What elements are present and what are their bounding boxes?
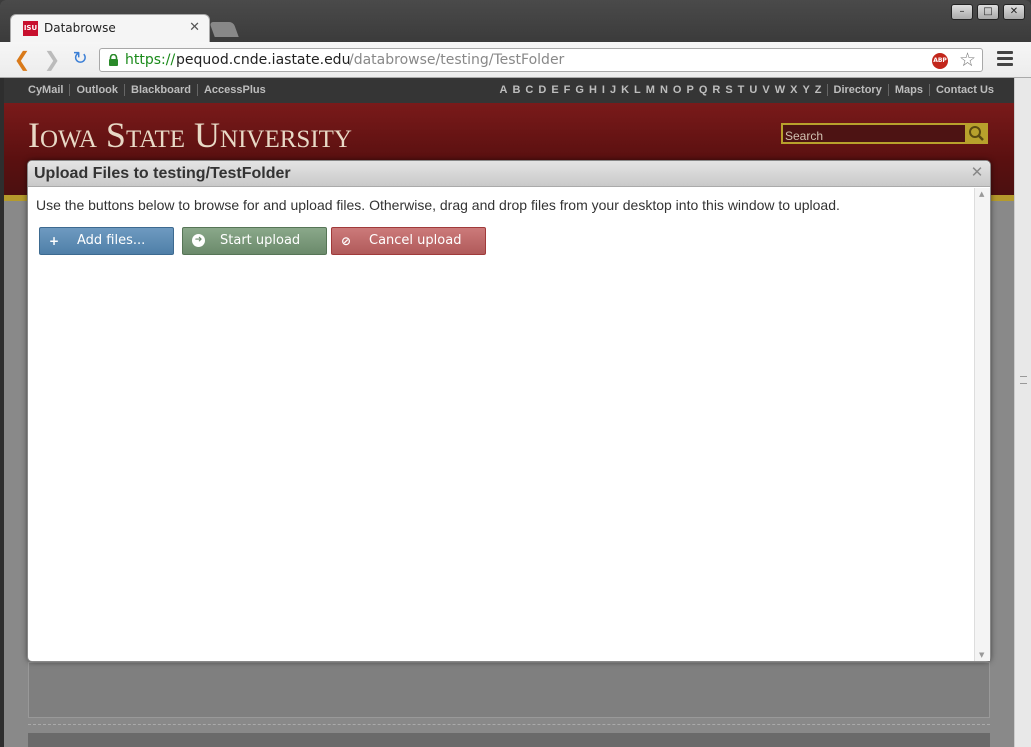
upload-dialog: Upload Files to testing/TestFolder ✕ Use… — [27, 160, 991, 662]
dialog-scrollbar[interactable]: ▲ ▼ — [974, 188, 990, 661]
start-upload-button[interactable]: ➜ Start upload — [182, 227, 327, 255]
isu-favicon-icon: ISU — [23, 21, 38, 36]
az-index-letter-w[interactable]: W — [775, 84, 785, 96]
lock-icon — [109, 54, 118, 66]
browser-toolbar: ❮ ❯ ↻ https:// pequod.cnde.iastate.edu /… — [0, 42, 1031, 78]
arrow-circle-icon: ➜ — [192, 234, 205, 247]
dialog-drop-zone[interactable]: Use the buttons below to browse for and … — [28, 188, 974, 661]
az-index-letter-g[interactable]: G — [575, 84, 584, 96]
isu-link-contact-us[interactable]: Contact Us — [928, 84, 1000, 96]
az-index-letter-k[interactable]: K — [621, 84, 629, 96]
reload-icon[interactable]: ↻ — [68, 48, 92, 70]
upload-instructions: Use the buttons below to browse for and … — [36, 197, 840, 213]
window-controls: – □ ✕ — [951, 4, 1025, 20]
page-scrollbar[interactable] — [1014, 78, 1031, 747]
az-index-letter-n[interactable]: N — [660, 84, 668, 96]
minimize-button[interactable]: – — [951, 4, 973, 20]
cancel-circle-icon: ⊘ — [341, 234, 352, 248]
isu-link-outlook[interactable]: Outlook — [69, 84, 124, 96]
isu-top-nav: CyMail Outlook Blackboard AccessPlus ABCDEF… — [4, 78, 1014, 103]
back-arrow-icon[interactable]: ❮ — [10, 48, 34, 70]
az-index-letter-h[interactable]: H — [589, 84, 597, 96]
divider — [28, 724, 990, 725]
tab-title: Databrowse — [44, 21, 116, 35]
url-host: pequod.cnde.iastate.edu — [176, 52, 351, 68]
az-index-letter-z[interactable]: Z — [815, 84, 822, 96]
magnifier-icon — [969, 126, 984, 141]
isu-search-input[interactable] — [783, 127, 965, 145]
scroll-down-icon[interactable]: ▼ — [979, 651, 984, 659]
az-index-letter-s[interactable]: S — [725, 84, 732, 96]
az-index-letter-t[interactable]: T — [738, 84, 745, 96]
az-index-letter-b[interactable]: B — [512, 84, 520, 96]
az-index-letter-j[interactable]: J — [610, 84, 616, 96]
maximize-button[interactable]: □ — [977, 4, 999, 20]
adblock-icon[interactable]: ABP — [932, 53, 948, 69]
az-index-letter-m[interactable]: M — [646, 84, 655, 96]
tab-databrowse[interactable]: ISU Databrowse ✕ — [10, 14, 210, 44]
add-files-label: Add files... — [77, 233, 146, 248]
az-index-letter-o[interactable]: O — [673, 84, 682, 96]
isu-right-links: A B C D E F G H I J K L M N O P Q R S T U V W X Y Z Directory Maps C… — [500, 84, 1001, 96]
az-index-letter-y[interactable]: Y — [802, 84, 809, 96]
az-index-letter-a[interactable]: A — [500, 84, 508, 96]
bookmark-star-icon[interactable]: ☆ — [959, 49, 976, 71]
tab-strip: ISU Databrowse ✕ – □ ✕ — [0, 0, 1031, 44]
dialog-titlebar[interactable]: Upload Files to testing/TestFolder ✕ — [28, 161, 990, 187]
scroll-up-icon[interactable]: ▲ — [979, 190, 984, 198]
isu-left-links: CyMail Outlook Blackboard AccessPlus — [22, 84, 272, 96]
cancel-upload-button[interactable]: ⊘ Cancel upload — [331, 227, 486, 255]
scrollbar-grip[interactable] — [1020, 376, 1027, 384]
az-index-letter-u[interactable]: U — [749, 84, 757, 96]
browser-window: ISU Databrowse ✕ – □ ✕ ❮ ❯ ↻ https:// pe… — [0, 0, 1031, 747]
close-window-button[interactable]: ✕ — [1003, 4, 1025, 20]
url-path: /databrowse/testing/TestFolder — [349, 52, 565, 68]
az-index-letter-i[interactable]: I — [602, 84, 605, 96]
az-index-letter-e[interactable]: E — [551, 84, 558, 96]
add-files-button[interactable]: + Add files... — [39, 227, 174, 255]
az-index-letter-v[interactable]: V — [762, 84, 769, 96]
az-index-letter-p[interactable]: P — [686, 84, 693, 96]
az-index-letter-f[interactable]: F — [564, 84, 571, 96]
isu-link-directory[interactable]: Directory — [826, 84, 888, 96]
forward-arrow-icon[interactable]: ❯ — [40, 48, 64, 70]
az-index-letter-x[interactable]: X — [790, 84, 797, 96]
isu-link-maps[interactable]: Maps — [887, 84, 929, 96]
isu-link-cymail[interactable]: CyMail — [22, 84, 69, 96]
isu-search-button[interactable] — [965, 123, 988, 144]
az-index-letter-l[interactable]: L — [634, 84, 641, 96]
isu-search-box[interactable] — [781, 123, 967, 145]
content-panel — [28, 662, 990, 718]
dialog-title: Upload Files to testing/TestFolder — [34, 165, 291, 182]
isu-wordmark: Iowa State University — [28, 115, 352, 155]
address-bar[interactable]: https:// pequod.cnde.iastate.edu /databr… — [99, 48, 983, 72]
chrome-menu-icon[interactable] — [997, 51, 1013, 67]
cancel-upload-label: Cancel upload — [369, 233, 462, 248]
url-scheme: https:// — [125, 52, 176, 68]
dialog-close-icon[interactable]: ✕ — [970, 165, 984, 180]
new-tab-button[interactable] — [209, 22, 239, 37]
az-index-letter-r[interactable]: R — [712, 84, 720, 96]
tab-close-icon[interactable]: ✕ — [189, 20, 200, 35]
start-upload-label: Start upload — [220, 233, 301, 248]
az-index-letter-c[interactable]: C — [525, 84, 533, 96]
plus-icon: + — [49, 234, 60, 248]
isu-link-blackboard[interactable]: Blackboard — [124, 84, 197, 96]
az-index-letter-d[interactable]: D — [538, 84, 546, 96]
isu-link-accessplus[interactable]: AccessPlus — [196, 84, 272, 96]
az-index-letter-q[interactable]: Q — [699, 84, 708, 96]
footer-strip — [28, 733, 990, 747]
